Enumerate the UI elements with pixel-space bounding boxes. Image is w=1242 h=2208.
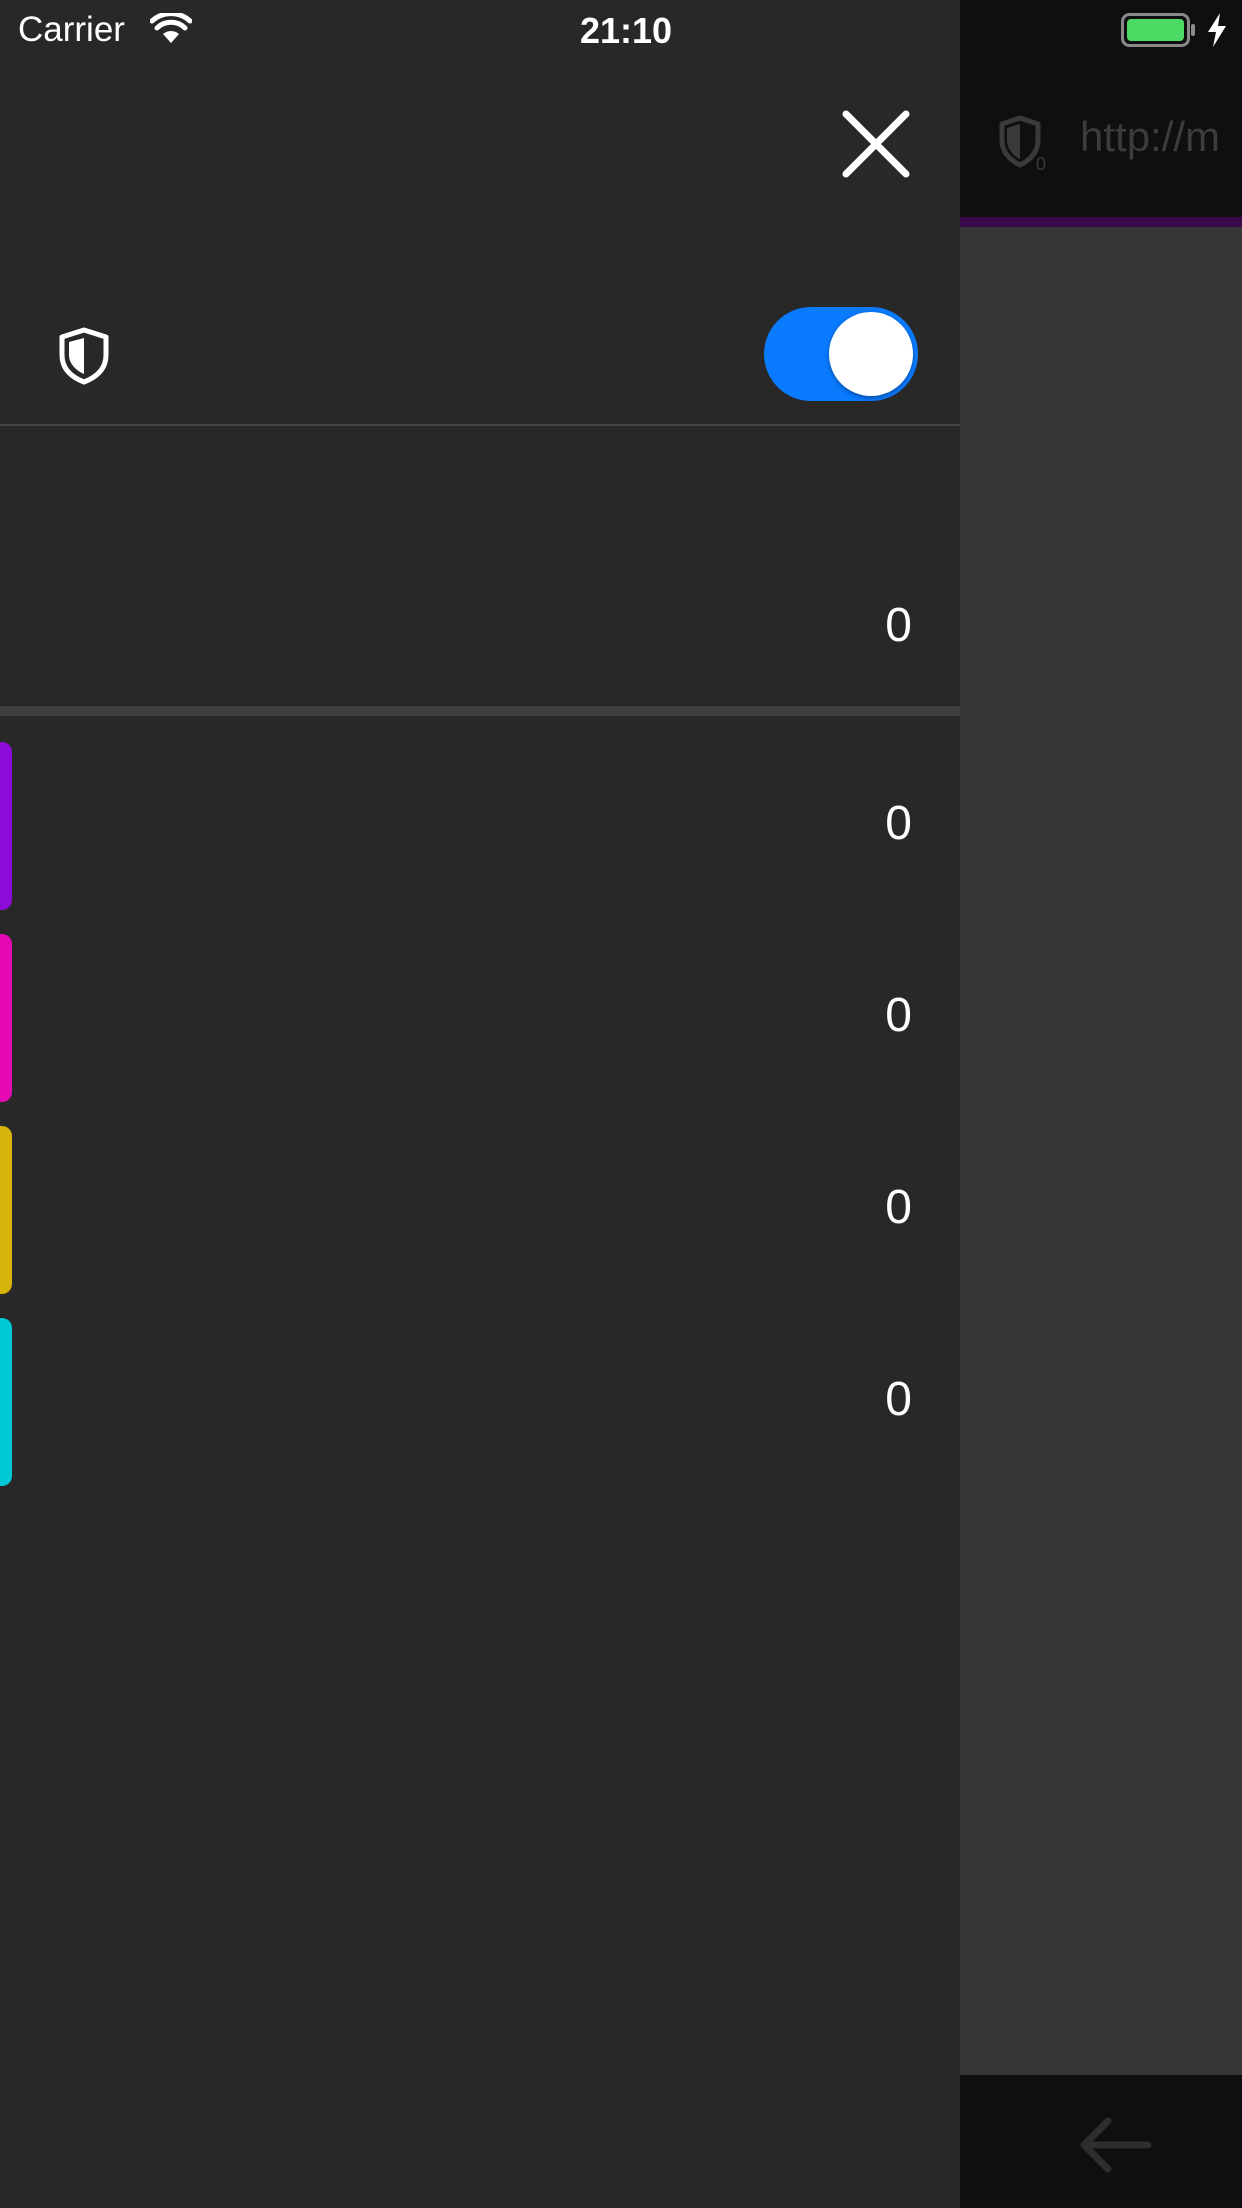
wifi-icon	[150, 13, 192, 43]
page-progress-bar	[960, 217, 1242, 227]
status-time: 21:10	[580, 10, 673, 51]
category-row-2: 0	[0, 934, 960, 1126]
category-count: 0	[885, 1181, 912, 1234]
shield-count-icon[interactable]: 0	[996, 112, 1056, 172]
browser-bottom-toolbar	[960, 2075, 1242, 2208]
screen: 0 http://m 0 0 0 0 0 Carrier 21:10	[0, 0, 1242, 2208]
category-count: 0	[885, 797, 912, 850]
background-browser: 0 http://m	[960, 0, 1242, 2208]
close-icon[interactable]	[836, 104, 916, 184]
toggle-knob	[829, 312, 913, 396]
category-color-bar	[0, 742, 12, 910]
category-count: 0	[885, 1373, 912, 1426]
carrier-label: Carrier	[18, 10, 125, 49]
section-divider	[0, 706, 960, 716]
category-color-bar	[0, 1126, 12, 1294]
status-bar: Carrier 21:10	[0, 0, 1242, 62]
url-bar[interactable]: http://m	[1080, 113, 1220, 161]
trackers-blocked-total-row: 0	[0, 426, 960, 706]
back-arrow-icon[interactable]	[1078, 2115, 1154, 2175]
category-row-3: 0	[0, 1126, 960, 1318]
protection-toggle-row	[0, 270, 960, 424]
battery-icon	[1121, 13, 1195, 47]
total-count: 0	[885, 599, 912, 652]
category-color-bar	[0, 1318, 12, 1486]
shield-icon	[59, 327, 109, 385]
category-row-4: 0	[0, 1318, 960, 1510]
tracking-protection-panel: 0 0 0 0 0	[0, 0, 960, 2208]
category-count: 0	[885, 989, 912, 1042]
category-color-bar	[0, 934, 12, 1102]
protection-toggle[interactable]	[764, 307, 918, 401]
svg-text:0: 0	[1036, 154, 1046, 172]
category-row-1: 0	[0, 742, 960, 934]
charging-bolt-icon	[1208, 13, 1226, 47]
